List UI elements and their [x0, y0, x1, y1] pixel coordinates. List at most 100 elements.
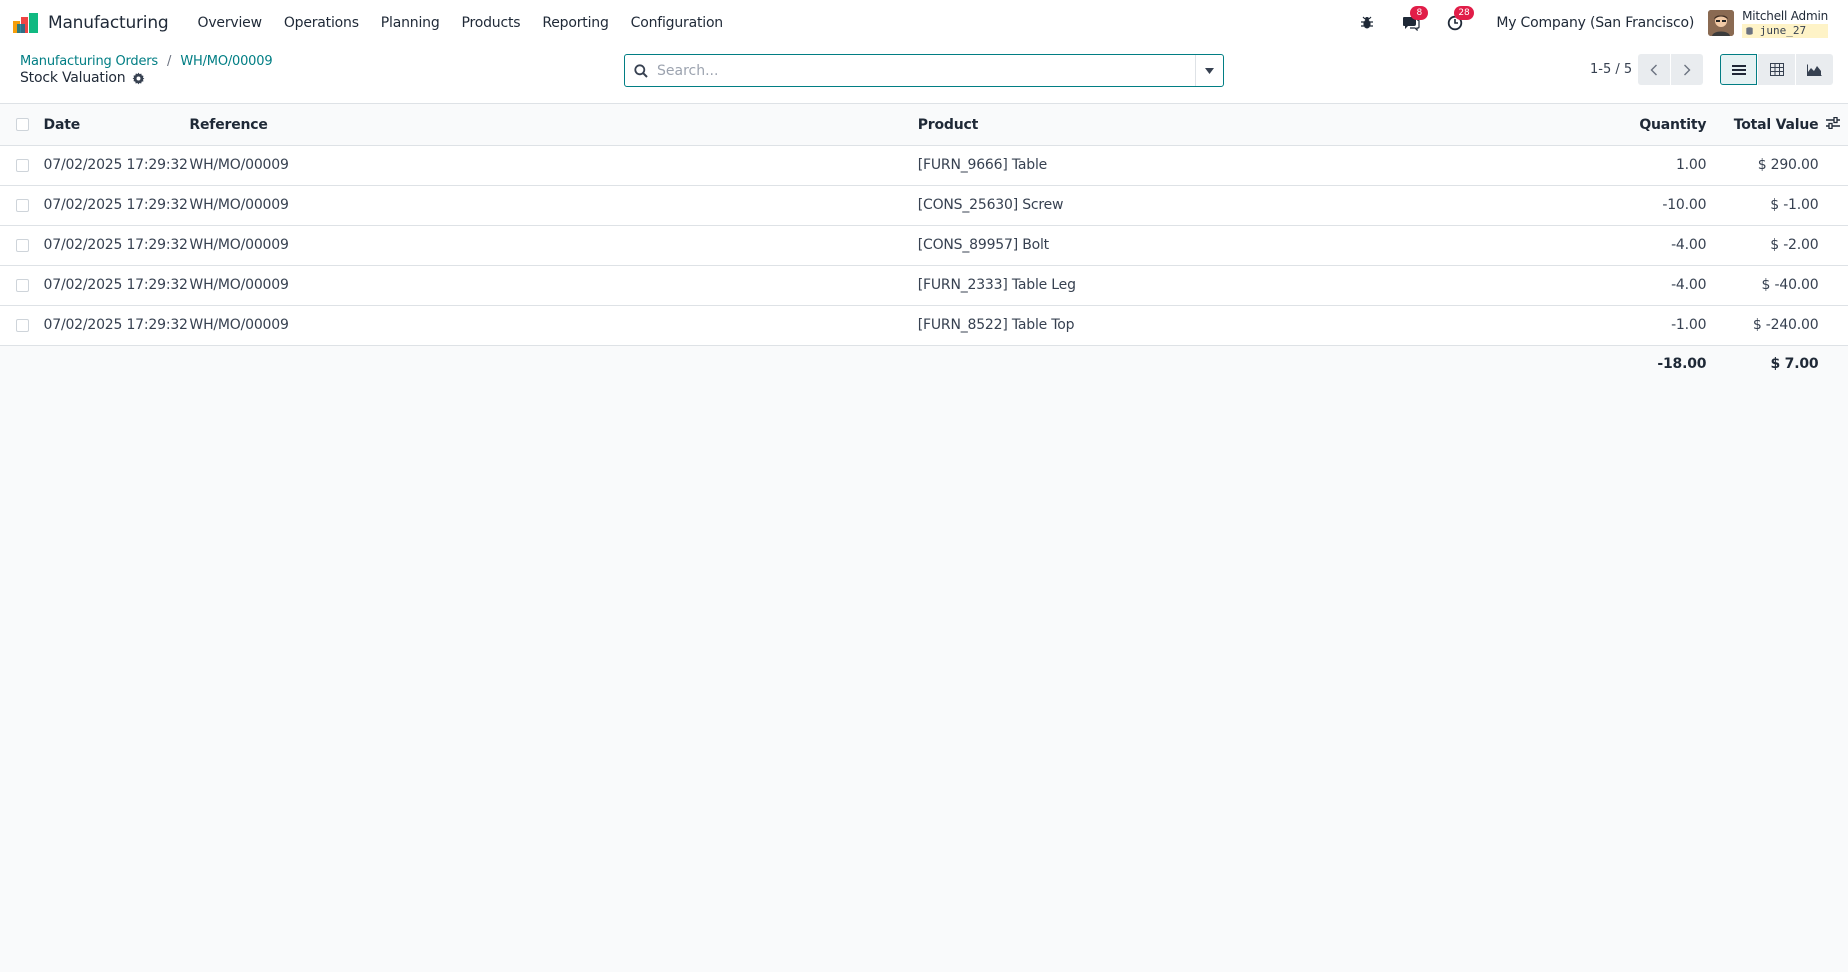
cell-date: 07/02/2025 17:29:32 — [43, 225, 190, 266]
app-name: Manufacturing — [48, 13, 169, 33]
main-menu: Overview Operations Planning Products Re… — [187, 0, 734, 46]
app-brand[interactable]: Manufacturing — [12, 0, 169, 46]
column-header-quantity[interactable]: Quantity — [1587, 105, 1707, 146]
menu-operations[interactable]: Operations — [273, 0, 370, 46]
database-icon — [1746, 26, 1753, 35]
cell-reference: WH/MO/00009 — [189, 225, 918, 266]
breadcrumb: Manufacturing Orders / WH/MO/00009 — [20, 54, 273, 69]
cell-total-value: $ 290.00 — [1706, 145, 1819, 186]
stock-valuation-list: Date Reference Product Quantity Total Va… — [0, 105, 1848, 383]
search-options-toggle[interactable] — [1195, 55, 1223, 86]
activities-button[interactable]: 28 — [1444, 6, 1474, 34]
total-value: $ 7.00 — [1770, 356, 1819, 373]
cell-product: [FURN_9666] Table — [917, 145, 1588, 186]
cell-quantity: -4.00 — [1587, 265, 1707, 306]
graph-view-button[interactable] — [1796, 54, 1833, 85]
column-header-product[interactable]: Product — [917, 105, 1588, 146]
cell-date: 07/02/2025 17:29:32 — [43, 145, 190, 186]
search-icon — [625, 63, 657, 78]
table-row[interactable]: 07/02/2025 17:29:32 WH/MO/00009 [FURN_96… — [0, 145, 1848, 186]
messages-button[interactable]: 8 — [1400, 6, 1429, 34]
table-header-row: Date Reference Product Quantity Total Va… — [0, 105, 1848, 146]
area-chart-icon — [1807, 64, 1822, 76]
breadcrumb-mo-record[interactable]: WH/MO/00009 — [180, 54, 272, 69]
row-checkbox[interactable] — [16, 278, 29, 292]
breadcrumb-separator: / — [167, 54, 172, 69]
row-select-cell — [0, 265, 44, 306]
row-checkbox[interactable] — [16, 238, 29, 252]
list-view-button[interactable] — [1720, 54, 1757, 85]
menu-products[interactable]: Products — [451, 0, 532, 46]
table-row[interactable]: 07/02/2025 17:29:32 WH/MO/00009 [FURN_23… — [0, 265, 1848, 306]
cell-quantity: 1.00 — [1587, 145, 1707, 186]
top-navbar: Manufacturing Overview Operations Planni… — [0, 0, 1848, 46]
cell-date: 07/02/2025 17:29:32 — [43, 265, 190, 306]
menu-overview[interactable]: Overview — [187, 0, 273, 46]
table-row[interactable]: 07/02/2025 17:29:32 WH/MO/00009 [FURN_85… — [0, 305, 1848, 346]
search-box — [624, 54, 1224, 87]
table-row[interactable]: 07/02/2025 17:29:32 WH/MO/00009 [CONS_25… — [0, 185, 1848, 226]
list-table: Date Reference Product Quantity Total Va… — [0, 105, 1848, 383]
pivot-view-button[interactable] — [1758, 54, 1795, 85]
user-name: Mitchell Admin — [1742, 8, 1828, 23]
cell-empty — [1818, 305, 1848, 346]
totals-row: -18.00 $ 7.00 — [0, 345, 1848, 383]
pager-next-button[interactable] — [1671, 54, 1703, 85]
user-avatar[interactable] — [1708, 10, 1735, 36]
cell-reference: WH/MO/00009 — [189, 265, 918, 306]
totals-spacer — [0, 345, 44, 383]
cell-reference: WH/MO/00009 — [189, 305, 918, 346]
row-checkbox[interactable] — [16, 318, 29, 332]
activities-badge: 28 — [1454, 6, 1474, 20]
database-label: june_27 — [1759, 23, 1807, 37]
totals-spacer — [189, 345, 917, 383]
cell-total-value: $ -40.00 — [1706, 265, 1819, 306]
list-icon — [1731, 64, 1746, 75]
company-switcher[interactable]: My Company (San Francisco) — [1496, 15, 1694, 31]
row-checkbox[interactable] — [16, 198, 29, 212]
menu-reporting[interactable]: Reporting — [531, 0, 619, 46]
cell-empty — [1818, 265, 1848, 306]
page-title-row: Stock Valuation — [20, 70, 146, 86]
cell-empty — [1818, 225, 1848, 266]
page-title: Stock Valuation — [20, 70, 126, 86]
breadcrumb-manufacturing-orders[interactable]: Manufacturing Orders — [20, 54, 158, 69]
cell-total-value: $ -240.00 — [1706, 305, 1819, 346]
totals-spacer — [44, 345, 190, 383]
chevron-right-icon — [1684, 64, 1691, 75]
debug-bug-icon[interactable] — [1356, 12, 1378, 34]
user-menu[interactable]: Mitchell Admin june_27 — [1742, 9, 1828, 38]
select-all-checkbox[interactable] — [16, 118, 29, 132]
menu-planning[interactable]: Planning — [370, 0, 451, 46]
optional-columns-toggle[interactable] — [1818, 105, 1848, 146]
cell-product: [FURN_8522] Table Top — [917, 305, 1588, 346]
row-checkbox[interactable] — [16, 158, 29, 172]
cell-product: [FURN_2333] Table Leg — [917, 265, 1588, 306]
menu-configuration[interactable]: Configuration — [620, 0, 734, 46]
table-row[interactable]: 07/02/2025 17:29:32 WH/MO/00009 [CONS_89… — [0, 225, 1848, 266]
column-header-date[interactable]: Date — [43, 105, 190, 146]
row-select-cell — [0, 145, 44, 186]
totals-spacer — [918, 345, 1588, 383]
sliders-icon — [1826, 116, 1841, 129]
control-panel: Manufacturing Orders / WH/MO/00009 Stock… — [0, 46, 1848, 104]
table-grid-icon — [1769, 63, 1784, 76]
gear-icon[interactable] — [132, 71, 146, 85]
cell-product: [CONS_89957] Bolt — [917, 225, 1588, 266]
totals-spacer — [1818, 345, 1848, 383]
cell-total-value: $ -2.00 — [1706, 225, 1819, 266]
database-name: june_27 — [1742, 23, 1828, 38]
total-quantity: -18.00 — [1657, 356, 1707, 373]
cell-reference: WH/MO/00009 — [189, 185, 918, 226]
select-all-cell — [0, 105, 44, 146]
row-select-cell — [0, 225, 44, 266]
search-input[interactable] — [657, 55, 1195, 86]
column-header-total-value[interactable]: Total Value — [1706, 105, 1819, 146]
cell-date: 07/02/2025 17:29:32 — [43, 305, 190, 346]
column-header-reference[interactable]: Reference — [189, 105, 918, 146]
cell-total-value: $ -1.00 — [1706, 185, 1819, 226]
pager-previous-button[interactable] — [1638, 54, 1670, 85]
cell-reference: WH/MO/00009 — [189, 145, 918, 186]
pager-value[interactable]: 1-5 / 5 — [1590, 62, 1632, 77]
cell-quantity: -10.00 — [1587, 185, 1707, 226]
